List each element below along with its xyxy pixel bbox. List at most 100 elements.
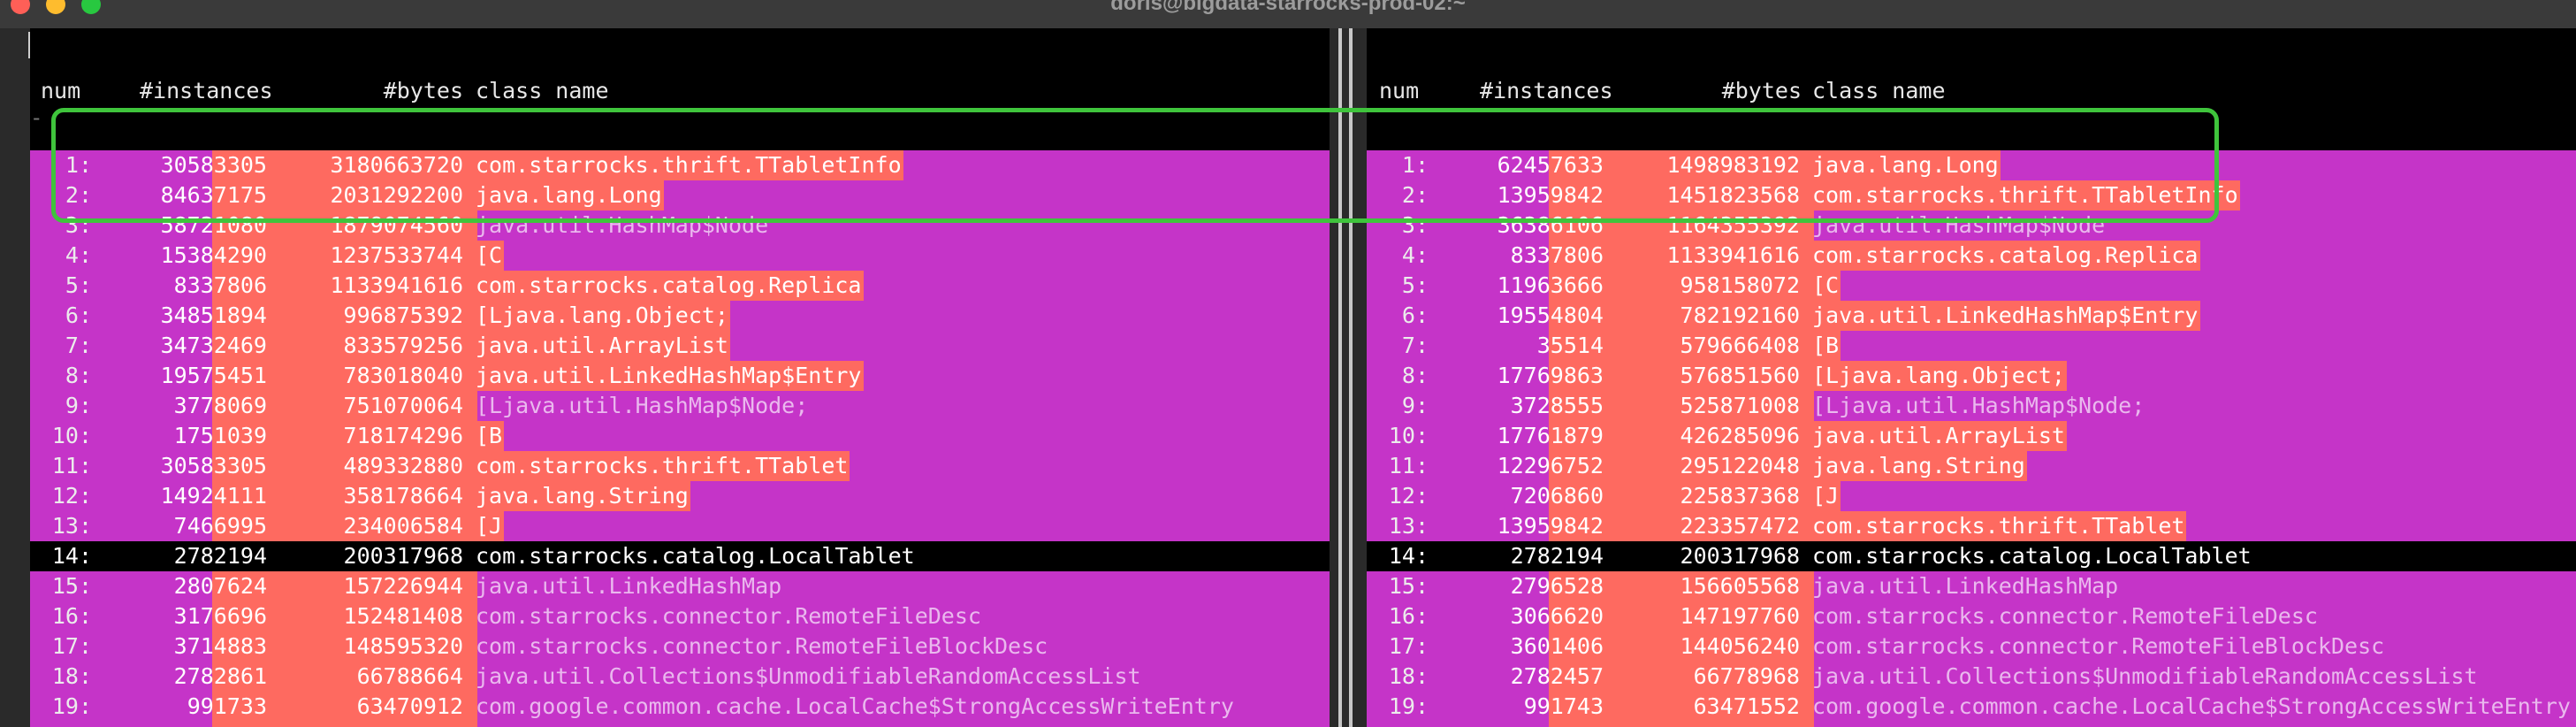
row-num: 11: [1388, 453, 1429, 478]
row-num: 4: [1401, 242, 1429, 268]
class-name: [Ljava.util.HashMap$Node; [476, 393, 809, 418]
row-num: 17: [51, 633, 92, 659]
class-name: [C [1812, 271, 1841, 301]
bytes-value: 144056240 [1680, 633, 1800, 659]
bytes-value: 200317968 [343, 543, 463, 569]
table-row: 7: 34732469 833579256 java.util.ArrayList [30, 331, 1330, 361]
table-row: 9: 3778069 751070064 [Ljava.util.HashMap$No… [30, 391, 1330, 421]
row-num: 6: [65, 302, 92, 328]
row-num: 7: [1401, 333, 1429, 358]
instances-value: 19554804 [1497, 302, 1604, 328]
table-row: 11: 30583305 489332880 com.starrocks.thrift… [30, 451, 1330, 481]
instances-value: 3176696 [173, 603, 267, 629]
table-row: 5: 11963666 958158072 [C [1367, 271, 2576, 301]
row-num: 7: [65, 333, 92, 358]
instances-value: 1751039 [173, 423, 267, 448]
row-num: 4: [65, 242, 92, 268]
instances-value: 7206860 [1510, 483, 1604, 509]
window-title: doris@bigdata-starrocks-prod-02:~ [1110, 0, 1466, 15]
row-num: 18: [1388, 663, 1429, 689]
instances-value: 3714883 [173, 633, 267, 659]
class-name: com.starrocks.connector.RemoteFileDesc [1812, 603, 2318, 629]
instances-value: 2807624 [173, 573, 267, 599]
row-num: 10: [51, 423, 92, 448]
row-num: 5: [65, 272, 92, 298]
bytes-value: 996875392 [343, 302, 463, 328]
table-row: 7: 35514 579666408 [B [1367, 331, 2576, 361]
row-num: 17: [1388, 633, 1429, 659]
instances-value: 3601406 [1510, 633, 1604, 659]
instances-value: 34851894 [160, 302, 267, 328]
instances-value: 3843489 [154, 722, 267, 727]
table-row: 8: 19575451 783018040 java.util.LinkedHashM… [30, 361, 1330, 391]
bytes-value: 718174296 [343, 423, 463, 448]
row-num: 16: [51, 603, 92, 629]
separator-line: - [30, 105, 43, 130]
instances-value: 2782457 [1510, 663, 1604, 689]
class-name: java.lang.String [1812, 451, 2027, 481]
terminal-gutter [0, 28, 30, 727]
bytes-value: 148595320 [343, 633, 463, 659]
table-row: 10: 17761879 426285096 java.util.ArrayList [1367, 421, 2576, 451]
row-num: 14: [51, 543, 92, 569]
table-row: 15: 2796528 156605568 java.util.LinkedHashM… [1367, 571, 2576, 601]
table-row: 15: 2807624 157226944 java.util.LinkedHashM… [30, 571, 1330, 601]
window-titlebar: doris@bigdata-starrocks-prod-02:~ [0, 0, 2576, 29]
bytes-value: 223357472 [1680, 513, 1800, 539]
class-name: java.util.Collections$UnmodifiableRandom… [1812, 663, 2478, 689]
class-name: [J [1812, 481, 1841, 511]
table-row: 13: 7466995 234006584 [J [30, 511, 1330, 541]
bytes-value: 157226944 [343, 573, 463, 599]
bytes-value: 958158072 [1680, 272, 1800, 298]
instances-value: 3728555 [1510, 393, 1604, 418]
class-name: com.starrocks.connector.RemoteFileBlockD… [476, 633, 1048, 659]
table-row: 14: 2782194 200317968 com.starrocks.catalog… [30, 541, 1330, 571]
class-name-header: class name [1812, 78, 1946, 103]
bytes-value: 61495824 [286, 722, 463, 727]
class-name: com.starrocks.thrift.TTablet [1812, 511, 2187, 541]
table-row: 16: 3176696 152481408 com.starrocks.connect… [30, 601, 1330, 631]
bytes-value: 66788664 [356, 663, 463, 689]
row-num: 8: [65, 363, 92, 388]
instances-value: 13959842 [1497, 513, 1604, 539]
bytes-value: 782192160 [1680, 302, 1800, 328]
row-num: 20: [1367, 722, 1429, 727]
class-name: [B [1812, 331, 1841, 361]
row-num: 19: [51, 693, 92, 719]
instances-value: 3731823 [1490, 722, 1604, 727]
instances-value: 991733 [187, 693, 267, 719]
bytes-header: #bytes [1721, 78, 1802, 103]
table-row: 19: 991733 63470912 com.google.common.cache… [30, 692, 1330, 722]
class-name: java.lang.String [476, 481, 690, 511]
instances-value: 17761879 [1497, 423, 1604, 448]
class-name: java.util.Collections$UnmodifiableRandom… [476, 663, 1141, 689]
bytes-value: 751070064 [343, 393, 463, 418]
class-name: [B [476, 421, 505, 451]
class-name: com.starrocks.connector.RemoteFileBlockD… [1812, 633, 2385, 659]
instances-value: 14924111 [160, 483, 267, 509]
instances-value: 2782194 [1510, 543, 1604, 569]
instances-value: 17769863 [1497, 363, 1604, 388]
row-num: 13: [51, 513, 92, 539]
class-name: com.starrocks.catalog.LocalTablet [1812, 543, 2252, 569]
class-name: java.util.ArrayList [1812, 421, 2067, 451]
class-name: com.starrocks.thrift.TTablet [476, 451, 850, 481]
row-num: 5: [1401, 272, 1429, 298]
instances-value: 2782861 [173, 663, 267, 689]
row-num: 12: [51, 483, 92, 509]
table-row: 18: 2782457 66778968 java.util.Collections$… [1367, 662, 2576, 692]
table-row: 10: 1751039 718174296 [B [30, 421, 1330, 451]
table-row: 20: 3843489 61495824 com.google.common.coll… [30, 722, 1330, 727]
row-num: 19: [1388, 693, 1429, 719]
instances-value: 2782194 [173, 543, 267, 569]
row-num: 15: [1388, 573, 1429, 599]
bytes-value: 63470912 [356, 693, 463, 719]
table-row: 19: 991743 63471552 com.google.common.cache… [1367, 692, 2576, 722]
class-name: com.google.common.collect.SingletonImmut… [1812, 722, 2450, 727]
row-num: 9: [65, 393, 92, 418]
class-name: com.google.common.collect.SingletonImmut… [476, 722, 1114, 727]
instances-value: 11963666 [1497, 272, 1604, 298]
bytes-value: 426285096 [1680, 423, 1800, 448]
row-num: 8: [1401, 363, 1429, 388]
class-name: com.google.common.cache.LocalCache$Stron… [1812, 693, 2571, 719]
